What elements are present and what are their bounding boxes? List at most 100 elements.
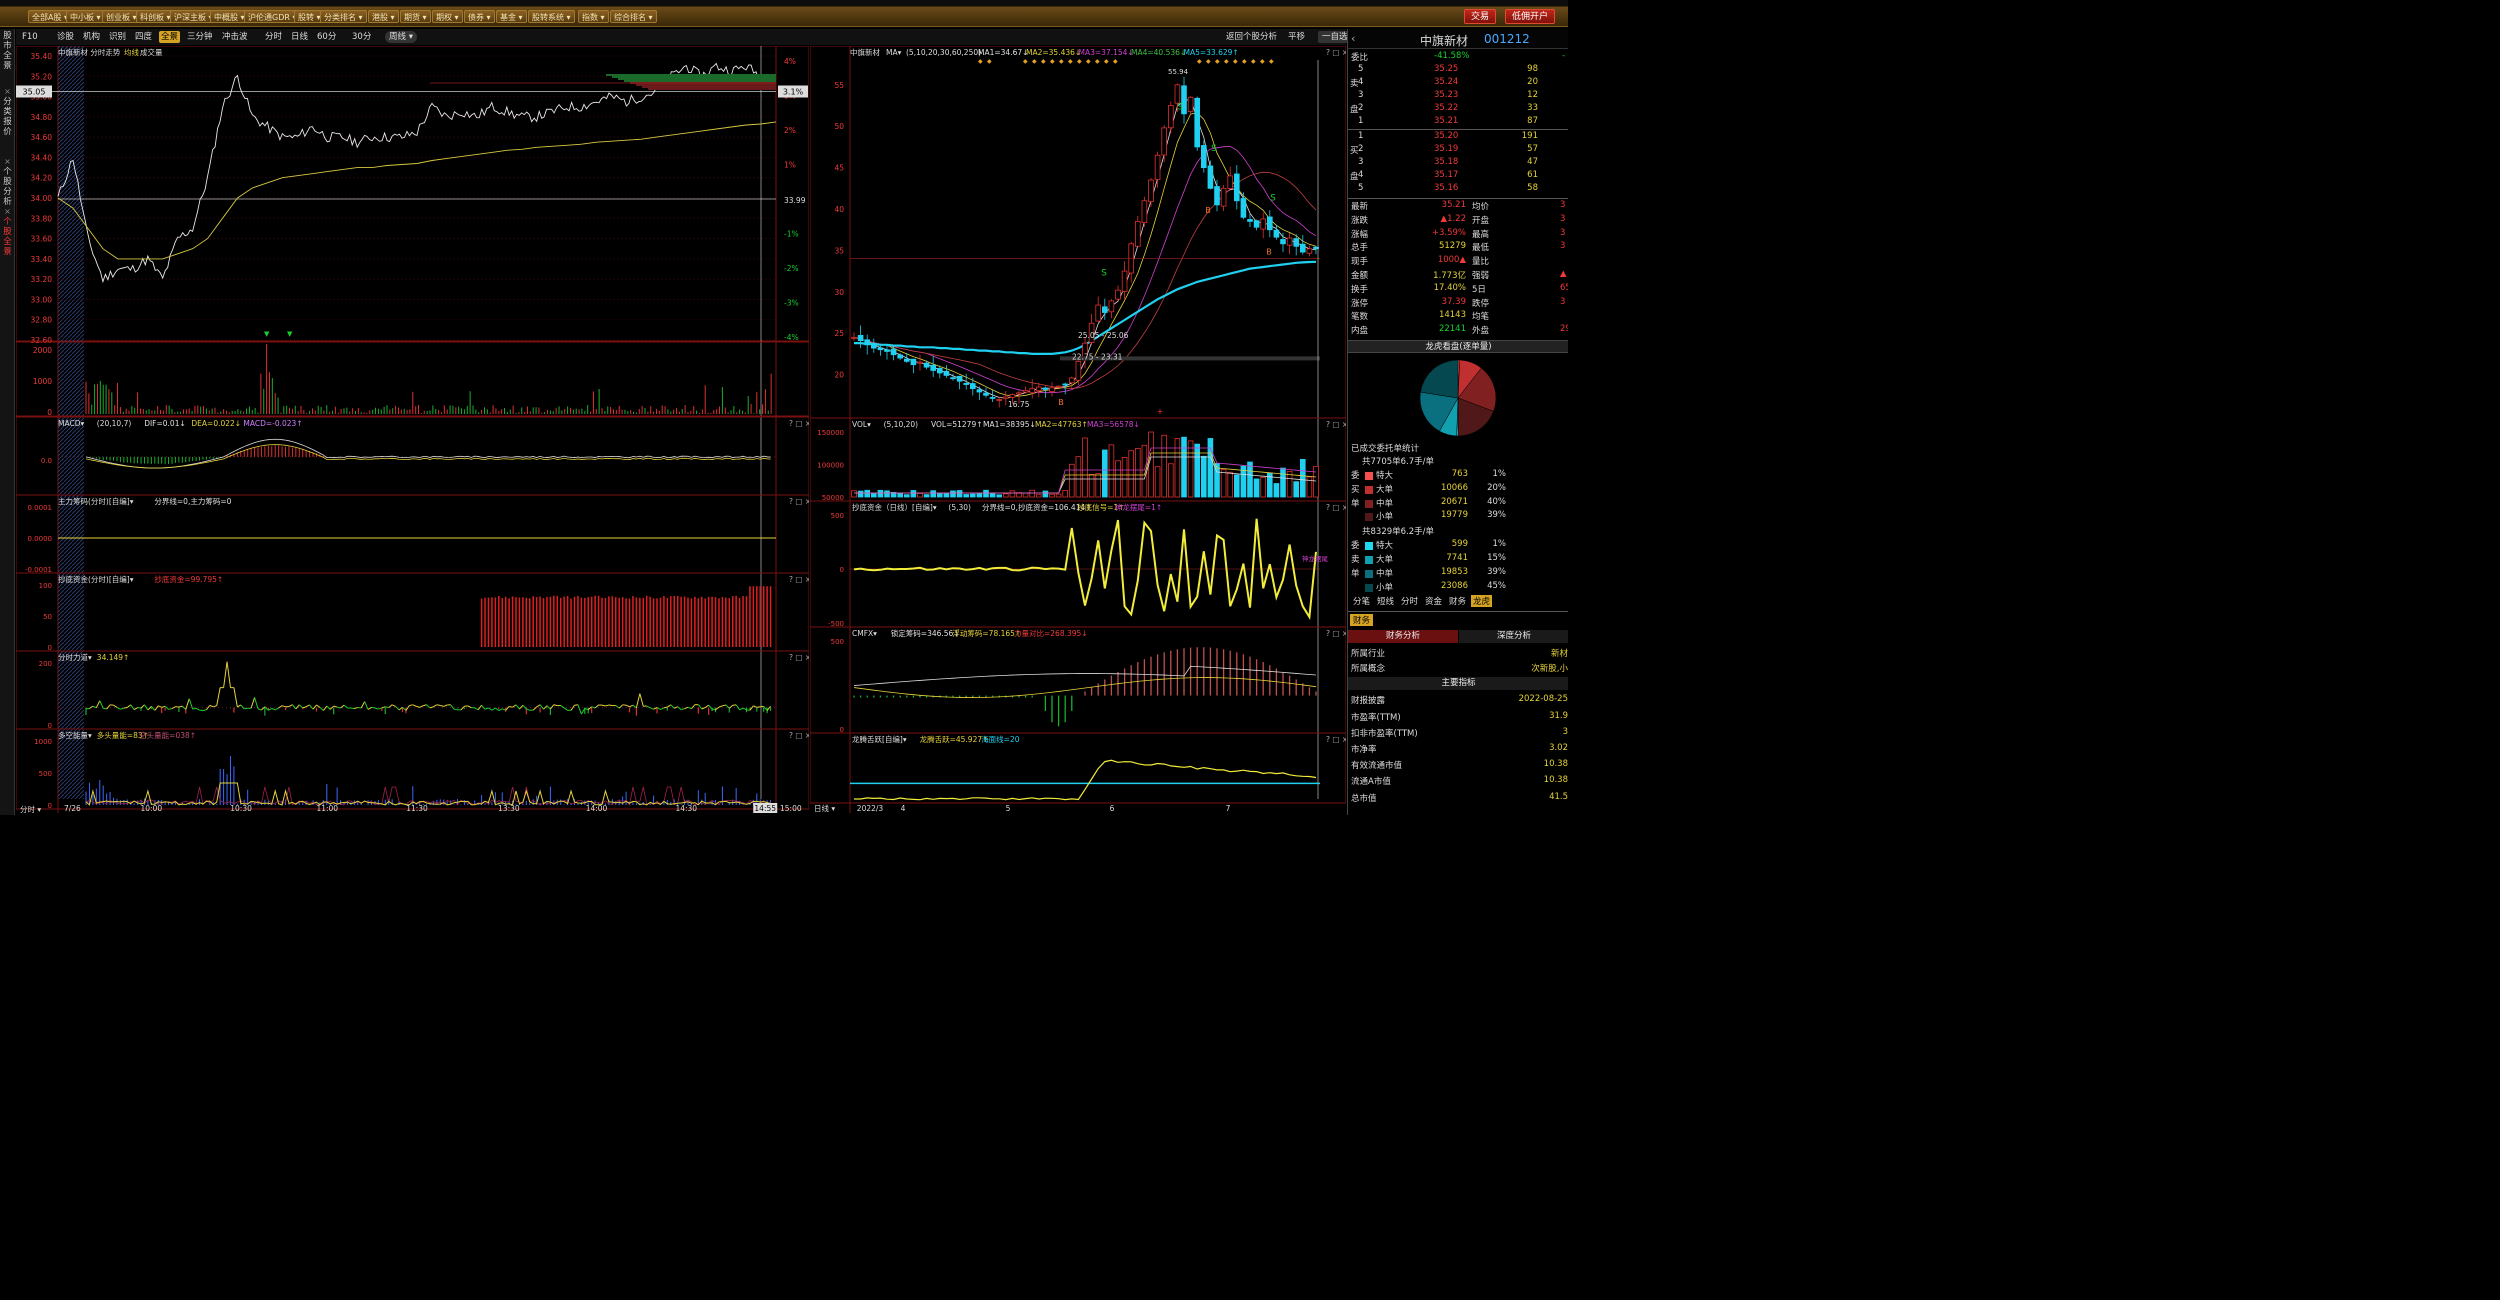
period-tab-4[interactable]: 周线 ▾: [385, 31, 417, 43]
cursor-time: 14:55: [754, 804, 776, 813]
force-line: [113, 704, 118, 708]
candle-body: [1200, 145, 1207, 169]
vol-label: 成交量: [140, 47, 163, 57]
main-row-label-4: 有效流通市值: [1351, 761, 1403, 772]
menu-item-15[interactable]: 指数 ▾: [578, 10, 609, 23]
toolbar-item-1[interactable]: 诊股: [55, 31, 76, 43]
menu-item-6[interactable]: 沪伦通GDR ▾: [244, 10, 301, 23]
main-row-label-3: 市净率: [1351, 745, 1377, 755]
daily-volume-bar: [1075, 456, 1082, 498]
time-tick: 14:30: [675, 804, 697, 813]
sidebar-tab-0[interactable]: 股 市 全 景: [2, 31, 13, 71]
main-indicator-title: 主要指标: [1348, 677, 1568, 691]
dragon-title: 龙虎看盘(逐单量): [1348, 340, 1568, 353]
daily-volume-bar: [857, 490, 864, 498]
candle-body: [963, 382, 970, 385]
daily-volume-bar: [871, 493, 877, 498]
trade-button[interactable]: 交易: [1464, 9, 1497, 24]
open-account-button[interactable]: 低佣开户: [1505, 9, 1556, 24]
daily-sub-0-value-2: MA2=47763↑: [1035, 420, 1088, 429]
close-icon[interactable]: ×: [2, 157, 13, 167]
main-row-label-1: 市盈率(TTM): [1351, 712, 1401, 723]
candle-body: [937, 368, 943, 374]
toolbar-item-3[interactable]: 识别: [107, 31, 128, 43]
dragon-active-line: [854, 759, 1317, 801]
stat-label-4: 现手: [1351, 257, 1369, 268]
toolbar-item-0[interactable]: F10: [20, 31, 40, 43]
period-tab-0[interactable]: 分时: [263, 31, 284, 43]
menu-item-8[interactable]: 分类排名 ▾: [320, 10, 367, 23]
sidebar-tab-2[interactable]: × 个 股 分 析: [2, 157, 13, 207]
sell-stat-side-1: 卖: [1351, 555, 1360, 565]
buy-stat-swatch-0: [1365, 472, 1373, 480]
pct-tick: 2%: [784, 126, 796, 135]
candle-body: [1253, 220, 1260, 228]
annotation-low: 16.75: [1008, 400, 1030, 409]
menu-item-3[interactable]: 科创板 ▾: [136, 10, 175, 23]
force-line: [333, 705, 338, 708]
period-tab-2[interactable]: 60分: [315, 31, 338, 43]
period-tab-1[interactable]: 日线: [289, 31, 310, 43]
daily-sub-3-value-0: 龙腾舌跃=45.927↑: [920, 734, 989, 744]
menu-item-13[interactable]: 基金 ▾: [496, 10, 527, 23]
daily-volume-bar: [1042, 490, 1049, 498]
quote-tab-5[interactable]: 龙虎: [1471, 595, 1493, 608]
toolbar-item-2[interactable]: 机构: [81, 31, 102, 43]
quote-tab-2[interactable]: 分时: [1399, 595, 1420, 607]
force-line: [89, 705, 94, 709]
toolbar-item-6[interactable]: 三分钟: [185, 31, 215, 43]
force-line: [416, 705, 420, 708]
menu-item-14[interactable]: 股转系统 ▾: [528, 10, 575, 23]
fin-sub-1[interactable]: 深度分析: [1459, 630, 1568, 644]
toolbar-item-7[interactable]: 冲击波: [220, 31, 250, 43]
force-line: [608, 704, 613, 707]
quote-tab-0[interactable]: 分笔: [1351, 595, 1372, 607]
menu-item-1[interactable]: 中小板 ▾: [66, 10, 105, 23]
menu-item-5[interactable]: 中概股 ▾: [210, 10, 249, 23]
force-line: [158, 705, 162, 708]
quote-tab-1[interactable]: 短线: [1375, 595, 1396, 607]
back-arrow-icon[interactable]: ‹: [1351, 32, 1355, 45]
daily-volume-bar: [930, 490, 937, 498]
menu-item-12[interactable]: 债券 ▾: [464, 10, 495, 23]
pct-tick: 4%: [784, 57, 796, 66]
sidebar-tab-1[interactable]: × 分 类 报 价: [2, 87, 13, 137]
sidebar-tab-label: 分 类 报 价: [3, 97, 12, 137]
stat-value-2: +3.59%: [1431, 227, 1466, 238]
toolbar-item-5[interactable]: 全景: [159, 31, 181, 43]
daily-volume-bar: [1049, 493, 1055, 498]
daily-sub-0-title: VOL▾: [852, 420, 871, 429]
menu-item-11[interactable]: 期权 ▾: [432, 10, 463, 23]
daily-volume-bar: [1121, 457, 1128, 498]
fin-tab[interactable]: 财务: [1350, 614, 1374, 627]
menu-item-10[interactable]: 期货 ▾: [400, 10, 431, 23]
force-line: [216, 687, 221, 706]
intraday-sub-0-value-0: DIF=0.01↓: [144, 419, 186, 428]
sidebar-tab-3[interactable]: × 个 股 全 景: [2, 207, 13, 257]
intraday-price-frame: [16, 46, 809, 342]
menu-item-16[interactable]: 综合排名 ▾: [610, 10, 657, 23]
fin-sub-0[interactable]: 财务分析: [1348, 630, 1458, 644]
force-line: [674, 706, 678, 709]
toolbar-right-1[interactable]: 平移: [1286, 31, 1307, 43]
menu-item-2[interactable]: 创业板 ▾: [102, 10, 141, 23]
toolbar-item-4[interactable]: 四度: [133, 31, 154, 43]
daily-volume-bar: [1035, 494, 1042, 498]
close-icon[interactable]: ×: [2, 87, 13, 97]
daily-sub-1-controls: ? □ ×: [1326, 503, 1346, 512]
quote-tab-3[interactable]: 资金: [1423, 595, 1444, 607]
toolbar-right-0[interactable]: 返回个股分析: [1224, 31, 1279, 43]
daily-sub-0-value-3: MA3=56578↓: [1087, 420, 1140, 429]
level-price: 35.21: [1434, 116, 1459, 126]
daily-volume-bar: [1181, 436, 1187, 498]
intraday-title: 中旗新材 分时走势: [58, 47, 121, 57]
candle-body: [943, 370, 950, 376]
price-tick: 32.60: [31, 336, 53, 345]
menu-item-9[interactable]: 港股 ▾: [368, 10, 399, 23]
period-tab-3[interactable]: 30分: [350, 31, 373, 43]
buy-stat-pct-1: 20%: [1487, 482, 1506, 493]
quote-tab-4[interactable]: 财务: [1447, 595, 1468, 607]
ma-params: (5,10,20,30,60,250): [906, 48, 981, 57]
close-icon[interactable]: ×: [2, 207, 13, 217]
stock-code: 001212: [1484, 32, 1530, 46]
